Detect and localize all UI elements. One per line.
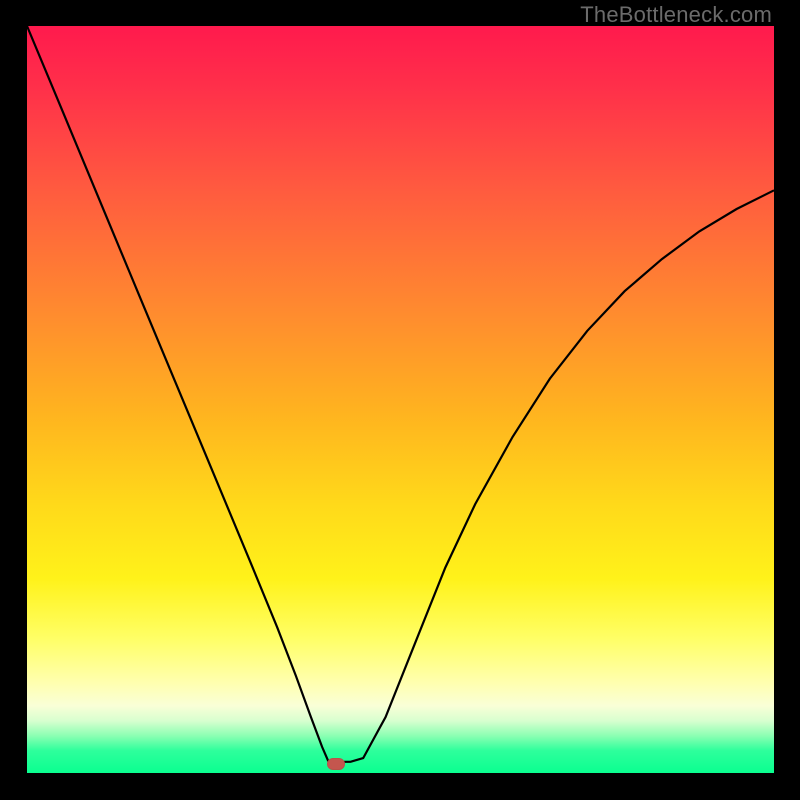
- bottleneck-curve: [27, 26, 774, 764]
- chart-frame: TheBottleneck.com: [0, 0, 800, 800]
- optimal-point-marker: [327, 758, 345, 770]
- curve-svg: [27, 26, 774, 773]
- watermark-text: TheBottleneck.com: [580, 2, 772, 28]
